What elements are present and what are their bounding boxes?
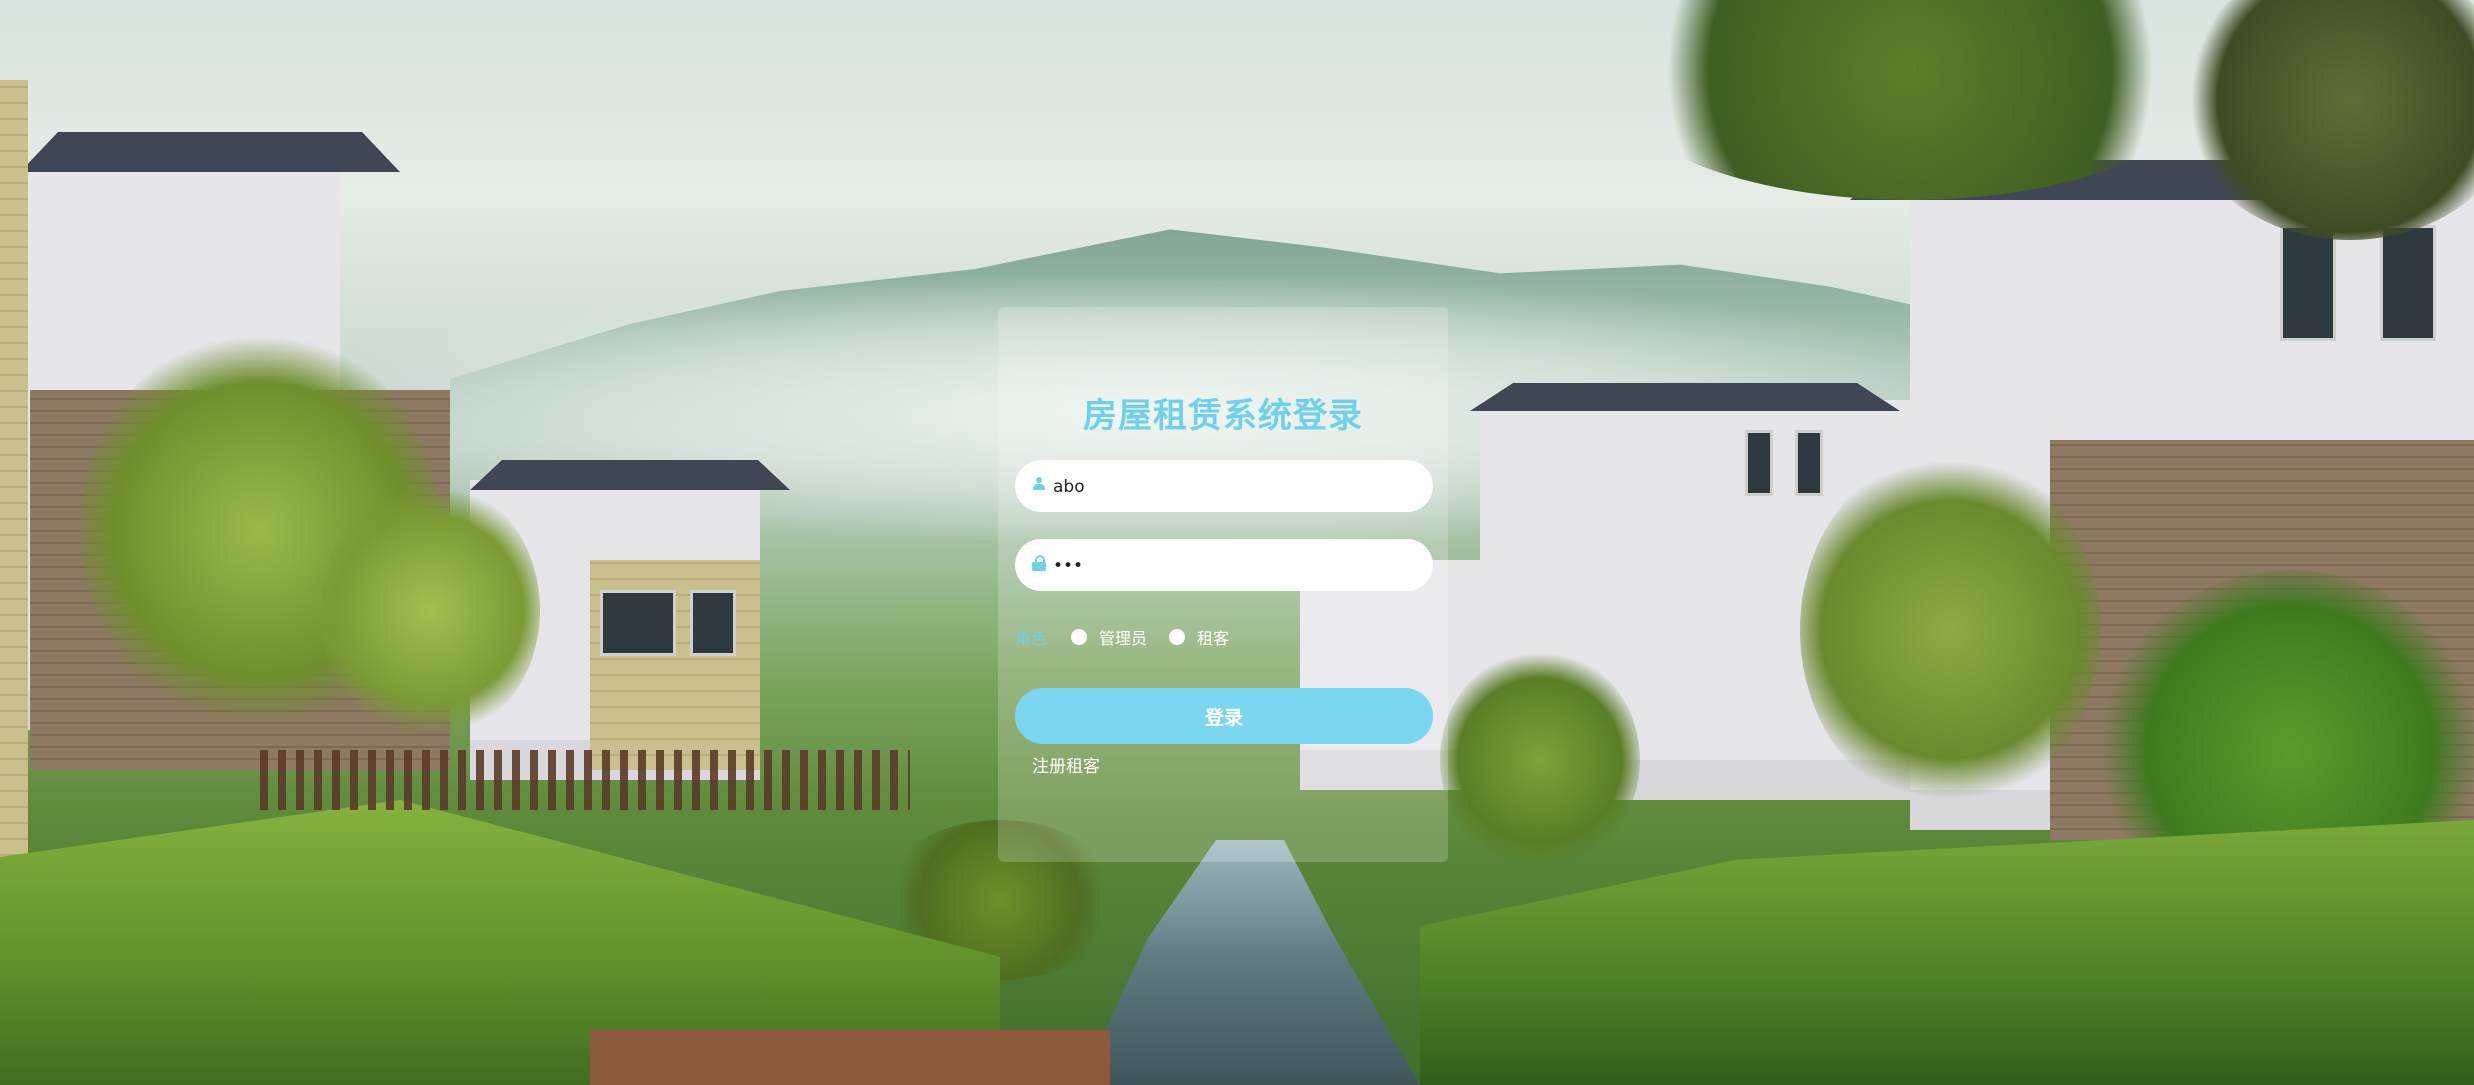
- username-input[interactable]: [1051, 460, 1415, 514]
- login-title: 房屋租赁系统登录: [1083, 396, 1363, 436]
- username-field[interactable]: [1015, 460, 1433, 514]
- radio-button-admin[interactable]: [1071, 629, 1088, 645]
- role-option-admin[interactable]: 管理员: [1071, 625, 1147, 649]
- lock-icon: [1029, 555, 1049, 575]
- login-button[interactable]: 登录: [1015, 688, 1433, 744]
- window: [2380, 225, 2436, 341]
- radio-button-tenant[interactable]: [1169, 629, 1186, 645]
- left-stone-wall: [0, 80, 28, 870]
- window: [2280, 225, 2336, 341]
- password-input[interactable]: [1051, 539, 1415, 593]
- window: [1795, 430, 1823, 496]
- window: [1745, 430, 1773, 496]
- tree: [320, 480, 540, 740]
- tree: [1440, 650, 1640, 870]
- role-option-tenant[interactable]: 租客: [1169, 625, 1229, 649]
- window: [690, 590, 736, 656]
- left-villa-roof: [20, 132, 400, 172]
- password-field[interactable]: [1015, 539, 1433, 593]
- tree: [1800, 450, 2100, 810]
- role-selector: 角色 管理员 租客: [1015, 624, 1251, 650]
- left-villa-far-roof: [470, 460, 790, 490]
- wooden-deck: [590, 1030, 1110, 1085]
- role-option-admin-label: 管理员: [1099, 629, 1148, 648]
- window: [600, 590, 676, 656]
- role-option-tenant-label: 租客: [1197, 629, 1230, 648]
- register-tenant-link[interactable]: 注册租客: [1032, 752, 1100, 777]
- wooden-fence: [260, 750, 910, 810]
- right-villa-mid-roof: [1470, 383, 1900, 411]
- role-label: 角色: [1015, 629, 1048, 648]
- user-icon: [1029, 476, 1049, 496]
